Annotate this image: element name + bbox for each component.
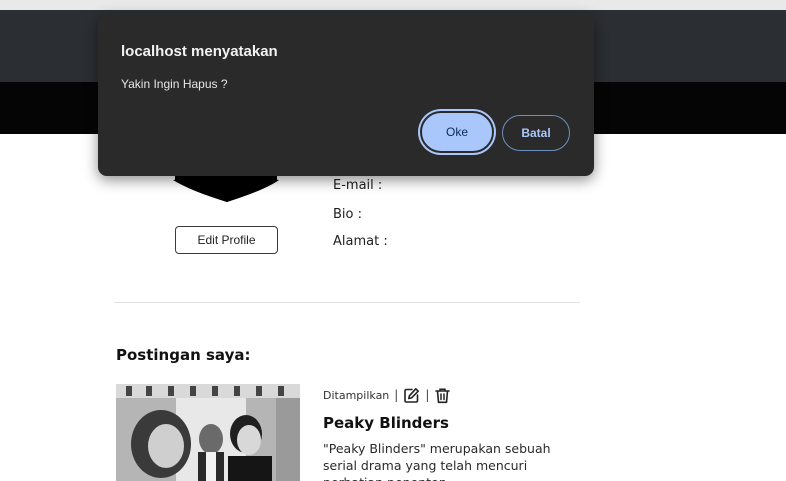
cancel-button[interactable]: Batal <box>502 115 570 151</box>
dialog-message: Yakin Ingin Hapus ? <box>121 77 228 91</box>
email-label: E-mail : <box>333 178 383 193</box>
separator: | <box>394 388 399 402</box>
ok-button[interactable]: Oke <box>420 111 494 153</box>
address-label: Alamat : <box>333 234 388 249</box>
post-photo <box>116 384 300 481</box>
post-status: Ditampilkan <box>323 388 390 402</box>
separator: | <box>425 388 430 402</box>
post-actions: Ditampilkan | | <box>323 384 451 406</box>
trash-icon[interactable] <box>434 387 451 404</box>
edit-profile-button[interactable]: Edit Profile <box>175 226 278 254</box>
browser-toolbar <box>0 0 786 10</box>
dialog-title: localhost menyatakan <box>121 43 278 60</box>
edit-icon[interactable] <box>403 387 420 404</box>
posts-section-title: Postingan saya: <box>116 346 251 364</box>
post-thumbnail[interactable] <box>116 384 300 481</box>
post-title[interactable]: Peaky Blinders <box>323 414 449 432</box>
section-divider <box>114 302 580 303</box>
post-excerpt: "Peaky Blinders" merupakan sebuah serial… <box>323 441 551 481</box>
confirm-dialog: localhost menyatakan Yakin Ingin Hapus ?… <box>98 14 594 176</box>
bio-label: Bio : <box>333 207 362 222</box>
